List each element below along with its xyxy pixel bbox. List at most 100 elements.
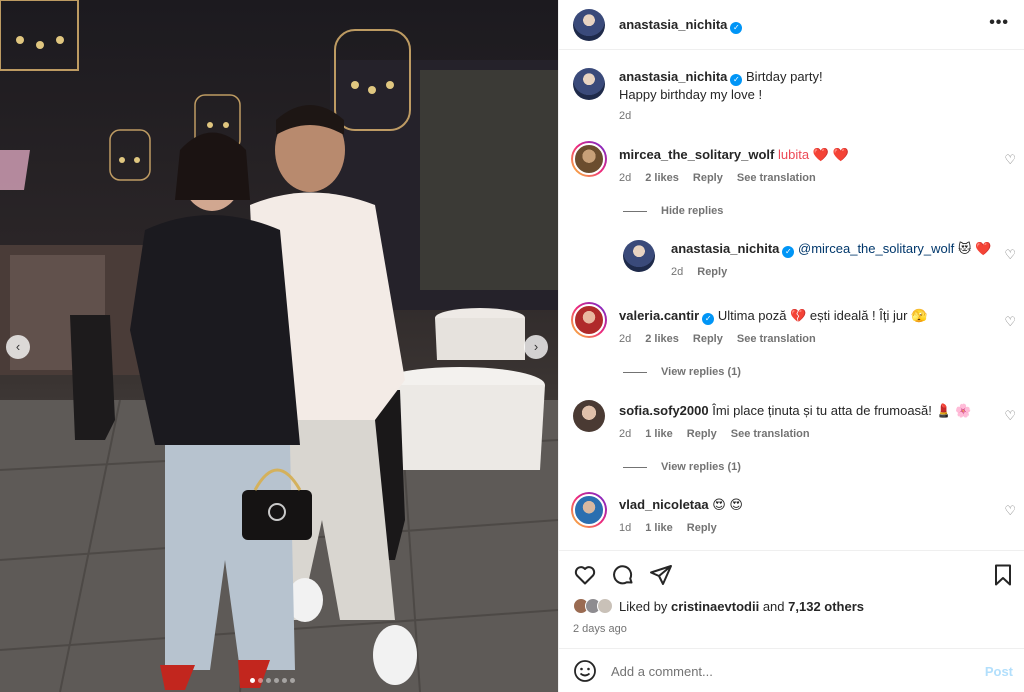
emoji-icon[interactable] bbox=[573, 659, 597, 683]
add-comment-bar: Post bbox=[559, 648, 1024, 692]
reply-meta: 2d Reply bbox=[671, 266, 727, 278]
comment-likes[interactable]: 1 like bbox=[645, 428, 673, 440]
comment-input[interactable] bbox=[611, 661, 971, 681]
comment-3: sofia.sofy2000 Îmi place ținuta și tu at… bbox=[619, 402, 999, 420]
comment-4-meta: 1d 1 like Reply bbox=[619, 522, 717, 534]
caption-age: 2d bbox=[619, 110, 632, 122]
author-avatar[interactable] bbox=[573, 9, 605, 41]
liked-by-and: and bbox=[762, 598, 785, 614]
carousel-dot bbox=[250, 678, 255, 683]
post-photo: ‹ › bbox=[0, 0, 558, 692]
view-replies-label[interactable]: View replies (1) bbox=[661, 366, 741, 378]
see-translation-button[interactable]: See translation bbox=[737, 172, 816, 184]
comment-text: Îmi place ținuta și tu atta de frumoasă!… bbox=[712, 403, 972, 418]
verified-icon: ✓ bbox=[730, 22, 743, 34]
comment-username[interactable]: valeria.cantir bbox=[619, 308, 699, 323]
liked-by-prefix: Liked by bbox=[619, 598, 668, 614]
caption: anastasia_nichita ✓ Birtday party! Happy … bbox=[619, 68, 1009, 104]
reply-line bbox=[623, 210, 647, 212]
view-replies-button[interactable]: View replies (1) bbox=[623, 366, 741, 378]
caption-username[interactable]: anastasia_nichita bbox=[619, 69, 727, 84]
carousel-prev-button[interactable]: ‹ bbox=[6, 335, 30, 359]
like-comment-icon[interactable]: ♡ bbox=[1004, 314, 1016, 330]
comment-likes[interactable]: 2 likes bbox=[645, 333, 679, 345]
comment-1: mircea_the_solitary_wolf lubita ❤️ ❤️ bbox=[619, 146, 999, 164]
comment-username[interactable]: mircea_the_solitary_wolf bbox=[619, 147, 774, 162]
liked-by: Liked by cristinaevtodii and 7,132 other… bbox=[573, 598, 864, 614]
carousel-dot bbox=[290, 678, 295, 683]
comment-username[interactable]: vlad_nicoletaa bbox=[619, 497, 709, 512]
reply-emoji: 😻 ❤️ bbox=[957, 241, 992, 256]
post-actions bbox=[559, 550, 1024, 600]
hide-replies-button[interactable]: Hide replies bbox=[623, 205, 723, 217]
post-side-panel: anastasia_nichita ✓ ••• anastasia_nichita… bbox=[558, 0, 1024, 692]
hide-replies-label[interactable]: Hide replies bbox=[661, 205, 723, 217]
carousel-dot bbox=[258, 678, 263, 683]
verified-icon: ✓ bbox=[782, 246, 795, 258]
reply-button[interactable]: Reply bbox=[693, 172, 723, 184]
like-comment-icon[interactable]: ♡ bbox=[1004, 503, 1016, 519]
comment-age: 2d bbox=[619, 333, 632, 345]
more-options-button[interactable]: ••• bbox=[989, 14, 1009, 32]
comment-3-meta: 2d 1 like Reply See translation bbox=[619, 428, 810, 440]
liker-avatar bbox=[597, 598, 613, 614]
comment-avatar[interactable] bbox=[571, 492, 607, 528]
reply-button[interactable]: Reply bbox=[687, 428, 717, 440]
carousel-dot bbox=[274, 678, 279, 683]
reply-line bbox=[623, 466, 647, 468]
comment-avatar[interactable] bbox=[571, 302, 607, 338]
post-header: anastasia_nichita ✓ ••• bbox=[559, 0, 1024, 50]
comment-icon[interactable] bbox=[611, 563, 635, 587]
comment-likes[interactable]: 1 like bbox=[645, 522, 673, 534]
bookmark-icon[interactable] bbox=[991, 563, 1015, 587]
reply-button[interactable]: Reply bbox=[697, 266, 727, 278]
author-username[interactable]: anastasia_nichita ✓ bbox=[619, 17, 743, 34]
reply-button[interactable]: Reply bbox=[687, 522, 717, 534]
carousel-dot bbox=[282, 678, 287, 683]
like-comment-icon[interactable]: ♡ bbox=[1004, 408, 1016, 424]
comment-likes[interactable]: 2 likes bbox=[645, 172, 679, 184]
reply-button[interactable]: Reply bbox=[693, 333, 723, 345]
reply-username[interactable]: anastasia_nichita bbox=[671, 241, 779, 256]
carousel-next-button[interactable]: › bbox=[524, 335, 548, 359]
comment-avatar[interactable] bbox=[573, 400, 605, 432]
author-username-text[interactable]: anastasia_nichita bbox=[619, 17, 727, 32]
comment-text: 😍 😍 bbox=[712, 497, 743, 512]
comment-username[interactable]: sofia.sofy2000 bbox=[619, 403, 709, 418]
like-comment-icon[interactable]: ♡ bbox=[1004, 247, 1016, 263]
comment-avatar[interactable] bbox=[571, 141, 607, 177]
comment-text: lubita ❤️ ❤️ bbox=[777, 147, 849, 162]
carousel-dots bbox=[250, 678, 295, 683]
view-replies-button[interactable]: View replies (1) bbox=[623, 461, 741, 473]
caption-line-2: Happy birthday my love ! bbox=[619, 87, 763, 102]
comment-age: 1d bbox=[619, 522, 632, 534]
reply-avatar[interactable] bbox=[623, 240, 655, 272]
caption-avatar[interactable] bbox=[573, 68, 605, 100]
caption-meta: 2d bbox=[619, 110, 631, 122]
reply-age: 2d bbox=[671, 266, 684, 278]
comment-text: Ultima poză 💔 ești ideală ! Îți jur 🫣 bbox=[717, 308, 928, 323]
post-date[interactable]: 2 days ago bbox=[573, 623, 627, 635]
comment-age: 2d bbox=[619, 172, 632, 184]
comment-1-meta: 2d 2 likes Reply See translation bbox=[619, 172, 816, 184]
verified-icon: ✓ bbox=[702, 313, 715, 325]
heart-icon[interactable] bbox=[573, 563, 597, 587]
photo-scene bbox=[0, 0, 558, 692]
see-translation-button[interactable]: See translation bbox=[737, 333, 816, 345]
see-translation-button[interactable]: See translation bbox=[731, 428, 810, 440]
comment-4: vlad_nicoletaa 😍 😍 bbox=[619, 496, 999, 514]
share-icon[interactable] bbox=[649, 563, 673, 587]
carousel-dot bbox=[266, 678, 271, 683]
post-comment-button[interactable]: Post bbox=[985, 664, 1013, 679]
liked-by-count[interactable]: 7,132 others bbox=[788, 599, 864, 614]
caption-line-1: Birtday party! bbox=[746, 69, 823, 84]
view-replies-label[interactable]: View replies (1) bbox=[661, 461, 741, 473]
reply-mention[interactable]: @mircea_the_solitary_wolf bbox=[798, 241, 954, 256]
verified-icon: ✓ bbox=[730, 74, 743, 86]
comment-age: 2d bbox=[619, 428, 632, 440]
reply-comment: anastasia_nichita ✓ @mircea_the_solitary_… bbox=[671, 240, 1011, 258]
comment-2-meta: 2d 2 likes Reply See translation bbox=[619, 333, 816, 345]
liked-by-user[interactable]: cristinaevtodii bbox=[671, 599, 759, 614]
reply-line bbox=[623, 371, 647, 373]
like-comment-icon[interactable]: ♡ bbox=[1004, 152, 1016, 168]
